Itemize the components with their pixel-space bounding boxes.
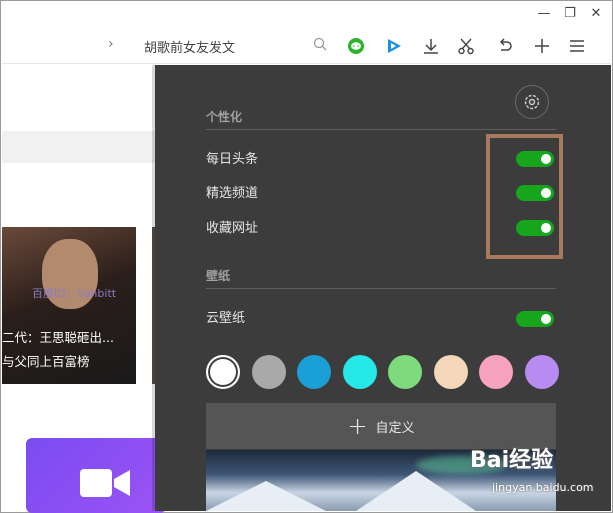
news-caption[interactable]: 二代：王思聪砸出... 与父同上百富榜 [2,326,136,374]
baidu-jingyan-url: jingyan.baidu.com [492,481,594,494]
divider [206,288,556,289]
color-swatch[interactable] [524,355,559,389]
color-swatch[interactable] [479,355,513,389]
color-swatch[interactable] [206,355,240,389]
video-play-icon[interactable] [382,34,406,58]
chevron-right-icon[interactable]: › [108,36,114,52]
mountain-decoration [356,471,476,511]
download-icon[interactable] [419,34,443,58]
close-icon[interactable]: ✕ [583,2,609,24]
plus-icon: + [347,412,368,440]
color-swatch[interactable] [342,355,377,389]
video-card[interactable] [26,438,166,513]
scissors-icon[interactable] [454,34,478,58]
highlight-box [486,134,563,259]
color-swatches [206,355,570,389]
menu-icon[interactable] [565,34,589,58]
color-swatch[interactable] [388,355,422,389]
section-title-wallpaper: 壁纸 [206,269,231,283]
settings-gear-button[interactable] [515,85,549,119]
browser-toolbar: › 胡歌前女友发文 [2,28,611,64]
minimize-icon[interactable]: — [531,2,557,24]
restore-icon[interactable]: ❐ [557,2,583,24]
cloud-wallpaper-label: 云壁纸 [206,311,246,326]
video-camera-icon [80,467,130,502]
divider [206,129,556,130]
mountain-decoration [206,481,326,511]
search-icon[interactable] [313,37,327,54]
undo-icon[interactable] [493,34,517,58]
section-title-personalize: 个性化 [206,110,243,124]
toggle-label-featured-channels: 精选频道 [206,186,259,201]
search-suggestion[interactable]: 胡歌前女友发文 [144,37,235,56]
window-controls: — ❐ ✕ [531,2,609,24]
new-tab-plus-icon[interactable] [530,34,554,58]
page-strip [2,131,160,163]
toggle-label-daily-headlines: 每日头条 [206,152,259,167]
toggle-cloud-wallpaper[interactable] [516,311,554,327]
gear-icon [524,94,540,110]
custom-wallpaper-label: 自定义 [375,420,415,436]
image-watermark: 百度ID：Sanbitt [32,287,117,300]
color-swatch[interactable] [297,355,331,389]
toggle-label-bookmarks: 收藏网址 [206,221,259,236]
wechat-icon[interactable] [344,34,368,58]
color-swatch[interactable] [251,355,286,389]
color-swatch[interactable] [433,355,468,389]
news-thumbnail[interactable]: 百度ID：Sanbitt 二代：王思聪砸出... 与父同上百富榜 [2,227,136,384]
baidu-jingyan-logo: Bai经验 [470,448,554,473]
